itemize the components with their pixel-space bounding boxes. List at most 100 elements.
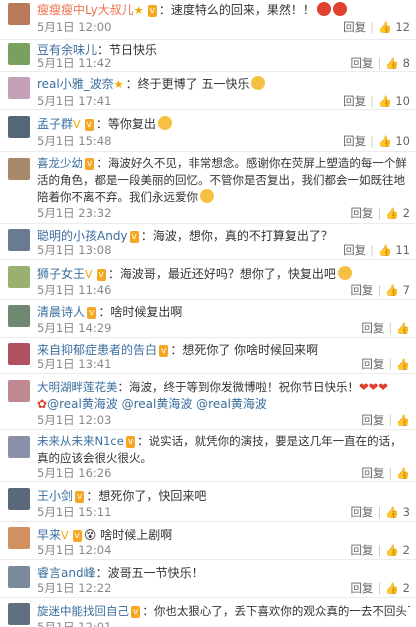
commenter-name[interactable]: 狮子女王 [37, 267, 85, 281]
comment-text: ：你也太狠心了，丢下喜欢你的观众真的一去不回头了 [142, 604, 410, 618]
avatar[interactable] [8, 603, 30, 625]
mention-links[interactable]: @real黄海波 @real黄海波 @real黄海波 [47, 397, 267, 411]
like-thumb-icon[interactable]: 👍 [385, 207, 399, 220]
avatar[interactable] [8, 43, 30, 65]
avatar[interactable] [8, 343, 30, 365]
reply-button[interactable]: 回复 [361, 413, 384, 427]
like-thumb-icon[interactable]: 👍 [396, 414, 410, 427]
like-count: 11 [395, 243, 410, 257]
comment-time: 5月1日 12:03 [37, 413, 112, 427]
like-thumb-icon[interactable]: 👍 [385, 57, 399, 70]
like-count: 7 [402, 283, 410, 297]
commenter-name[interactable]: 王小剑 [37, 489, 73, 503]
comment-item: 王小剑 v ：想死你了，快回来吧 5月1日 15:11 回复 | 👍 3 [0, 482, 416, 522]
reply-button[interactable]: 回复 [350, 543, 373, 557]
avatar[interactable] [8, 77, 30, 99]
commenter-name[interactable]: 早来 [37, 528, 61, 542]
comment-time: 5月1日 12:22 [37, 581, 112, 595]
like-thumb-icon[interactable]: 👍 [378, 21, 392, 34]
verified-v-icon: V [61, 529, 69, 542]
vip-star-icon: ★ [133, 4, 144, 17]
like-thumb-icon[interactable]: 👍 [396, 322, 410, 335]
avatar[interactable] [8, 488, 30, 510]
like-count: 10 [395, 134, 410, 148]
commenter-name[interactable]: 来自抑郁症患者的告白 [37, 343, 157, 357]
like-thumb-icon[interactable]: 👍 [378, 244, 392, 257]
level-badge-icon: v [84, 119, 94, 131]
commenter-name[interactable]: 喜龙少幼 [37, 156, 83, 170]
reply-button[interactable]: 回复 [350, 581, 373, 595]
reply-button[interactable]: 回复 [361, 357, 384, 371]
reply-button[interactable]: 回复 [361, 466, 384, 480]
peace-hand-emoji-icon [251, 76, 266, 90]
commenter-name[interactable]: 未来从未来N1ce [37, 434, 124, 448]
commenter-name[interactable]: 大明湖畔莲花美 [37, 380, 118, 394]
avatar[interactable] [8, 436, 30, 458]
commenter-name[interactable]: 睿言and峰 [37, 566, 96, 580]
commenter-name[interactable]: 清晨诗人 [37, 305, 85, 319]
comment-text: ：海波哥，最近还好吗？想你了，快复出吧 [107, 267, 336, 281]
comment-item: 聪明的小孩Andy v ：海波，想你，真的不打算复出了？ 5月1日 13:08 回复… [0, 224, 416, 260]
like-thumb-icon[interactable]: 👍 [396, 467, 410, 480]
reply-button[interactable]: 回复 [361, 321, 384, 335]
commenter-name[interactable]: 孟子群 [37, 117, 73, 131]
like-thumb-icon[interactable]: 👍 [385, 582, 399, 595]
comment-text: ：波哥五一节快乐！ [95, 566, 204, 580]
like-count: 2 [402, 206, 410, 220]
avatar[interactable] [8, 3, 30, 25]
level-badge-icon: v [129, 231, 139, 243]
thumbs-up-emoji-icon [157, 116, 172, 130]
comment-time: 5月1日 12:01 [37, 620, 112, 627]
comment-text: ：想死你了，快回来吧 [86, 489, 207, 503]
reply-button[interactable]: 回复 [343, 243, 366, 257]
comment-text: ：海波，终于等到你发微博啦！祝你节日快乐！ [117, 380, 360, 394]
comment-item: real小雅_波奈★ ：终于更博了 五一快乐 5月1日 17:41 回复 | 👍 10 [0, 72, 416, 110]
reply-button[interactable]: 回复 [343, 134, 366, 148]
like-thumb-icon[interactable]: 👍 [396, 358, 410, 371]
commenter-name[interactable]: 旋迷中能找回自己 [37, 604, 129, 618]
like-thumb-icon[interactable]: 👍 [378, 135, 392, 148]
level-badge-icon: v [147, 5, 157, 17]
reply-button[interactable]: 回复 [350, 283, 373, 297]
like-thumb-icon[interactable]: 👍 [378, 95, 392, 108]
comment-item: 早来V v 😵 啥时候上剧啊 5月1日 12:04 回复 | 👍 2 [0, 522, 416, 560]
like-count: 8 [402, 56, 410, 70]
reply-button[interactable]: 回复 [350, 505, 373, 519]
level-badge-icon: v [75, 491, 85, 503]
avatar[interactable] [8, 158, 30, 180]
emoji-icon [332, 2, 347, 16]
comment-time: 5月1日 11:46 [37, 283, 112, 297]
comment-text: ：等你复出 [95, 117, 156, 131]
level-badge-icon: v [85, 158, 95, 170]
comment-time: 5月1日 12:04 [37, 543, 112, 557]
reply-button[interactable]: 回复 [343, 20, 366, 34]
avatar[interactable] [8, 266, 30, 288]
commenter-name[interactable]: 聪明的小孩Andy [37, 229, 128, 243]
like-thumb-icon[interactable]: 👍 [385, 544, 399, 557]
like-count: 10 [395, 94, 410, 108]
comment-item: 豆有余味儿：节日快乐 5月1日 11:42 回复 | 👍 8 [0, 40, 416, 72]
comment-text: ：想死你了 你啥时候回来啊 [170, 343, 319, 357]
comment-time: 5月1日 17:41 [37, 94, 112, 108]
reply-button[interactable]: 回复 [350, 206, 373, 220]
avatar[interactable] [8, 305, 30, 327]
commenter-name[interactable]: real小雅_波奈 [37, 77, 114, 91]
verified-v-icon: V [73, 118, 81, 131]
comment-item: 大明湖畔莲花美：海波，终于等到你发微博啦！祝你节日快乐！❤❤❤ ✿@real黄海… [0, 374, 416, 430]
heart-icon: ❤❤❤ [359, 380, 388, 394]
emoji-icon: 😵 [83, 528, 101, 542]
commenter-name[interactable]: 瘦瘦瘦中Ly大叔儿 [37, 3, 134, 17]
reply-button[interactable]: 回复 [343, 94, 366, 108]
comment-time: 5月1日 14:29 [37, 321, 112, 335]
emoji-icon [316, 2, 331, 16]
like-count: 12 [395, 20, 410, 34]
reply-button[interactable]: 回复 [350, 56, 373, 70]
avatar[interactable] [8, 566, 30, 588]
avatar[interactable] [8, 527, 30, 549]
avatar[interactable] [8, 116, 30, 138]
avatar[interactable] [8, 229, 30, 251]
like-count: 2 [402, 581, 410, 595]
avatar[interactable] [8, 380, 30, 402]
like-thumb-icon[interactable]: 👍 [385, 506, 399, 519]
like-thumb-icon[interactable]: 👍 [385, 284, 399, 297]
